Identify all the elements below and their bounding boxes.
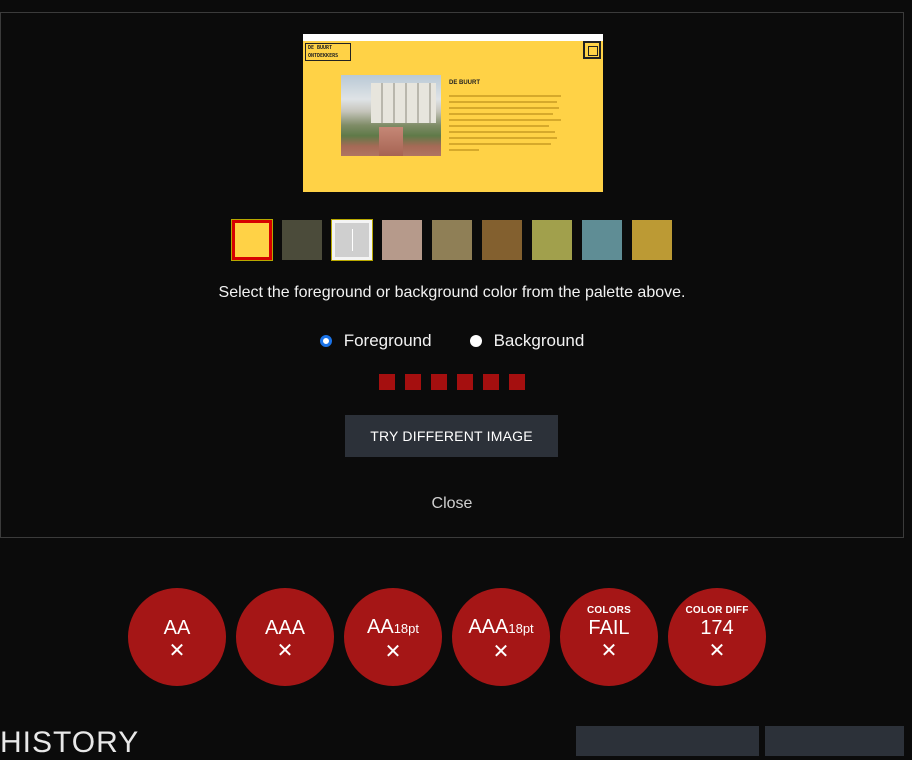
- result-badge: AAA18pt ✕: [452, 588, 550, 686]
- preview-logo-line2: ONTDEKKERS: [308, 53, 339, 59]
- background-radio[interactable]: Background: [469, 331, 585, 351]
- result-badge-caption: COLORS: [587, 605, 631, 616]
- result-badge-size: 18pt: [508, 621, 534, 636]
- fail-x-icon: ✕: [384, 641, 402, 663]
- result-badge: AA18pt ✕: [344, 588, 442, 686]
- palette-swatch[interactable]: [632, 220, 672, 260]
- result-badge-value: AAA18pt: [468, 616, 534, 638]
- result-badge-value: AAA: [264, 617, 306, 639]
- progress-squares: [379, 374, 525, 390]
- palette-swatch[interactable]: [282, 220, 322, 260]
- result-badge-value: FAIL: [588, 617, 630, 639]
- preview-square-icon: [583, 41, 601, 59]
- progress-square: [457, 374, 473, 390]
- result-badge: COLORS FAIL ✕: [560, 588, 658, 686]
- try-different-image-button[interactable]: TRY DIFFERENT IMAGE: [345, 415, 558, 457]
- palette-swatch[interactable]: [382, 220, 422, 260]
- result-badge-value: AA: [163, 617, 191, 639]
- fail-x-icon: ✕: [276, 640, 294, 662]
- progress-square: [509, 374, 525, 390]
- result-badge-caption: COLOR DIFF: [685, 605, 749, 616]
- foreground-radio-button[interactable]: [319, 335, 332, 347]
- history-secondary-button[interactable]: [765, 726, 904, 756]
- uploaded-image-preview[interactable]: DE BUURT ONTDEKKERS DE BUURT: [303, 34, 603, 192]
- palette-swatch[interactable]: [582, 220, 622, 260]
- result-badge-size: 18pt: [393, 621, 419, 636]
- background-radio-label: Background: [493, 331, 585, 350]
- fail-x-icon: ✕: [708, 640, 726, 662]
- result-badge-value: 174: [700, 617, 734, 639]
- foreground-radio[interactable]: Foreground: [319, 331, 432, 351]
- result-badge: COLOR DIFF 174 ✕: [668, 588, 766, 686]
- progress-square: [431, 374, 447, 390]
- preview-title: DE BUURT: [449, 80, 480, 86]
- foreground-radio-label: Foreground: [343, 331, 432, 350]
- result-badge: AAA ✕: [236, 588, 334, 686]
- result-badge: AA ✕: [128, 588, 226, 686]
- palette-swatch[interactable]: [232, 220, 272, 260]
- color-role-radio-group: Foreground Background: [1, 331, 903, 351]
- fail-x-icon: ✕: [168, 640, 186, 662]
- color-palette: [232, 220, 672, 260]
- palette-swatch[interactable]: [532, 220, 572, 260]
- preview-photo: [341, 75, 441, 156]
- preview-logo-line1: DE BUURT: [308, 45, 333, 51]
- preview-logo: DE BUURT ONTDEKKERS: [305, 43, 351, 61]
- history-action-button[interactable]: [576, 726, 759, 756]
- image-color-picker-panel: DE BUURT ONTDEKKERS DE BUURT Select the …: [0, 12, 904, 538]
- preview-text-block: [449, 95, 561, 155]
- background-radio-button[interactable]: [469, 335, 482, 347]
- fail-x-icon: ✕: [492, 641, 510, 663]
- palette-swatch[interactable]: [432, 220, 472, 260]
- result-badge-value: AA18pt: [367, 616, 419, 638]
- palette-swatch[interactable]: [332, 220, 372, 260]
- palette-swatch[interactable]: [482, 220, 522, 260]
- contrast-results: AA ✕ AAA ✕ AA18pt ✕ AAA18pt ✕ COLORS FAIL ✕ COLOR D…: [128, 588, 766, 686]
- progress-square: [405, 374, 421, 390]
- instruction-text: Select the foreground or background colo…: [218, 284, 686, 301]
- fail-x-icon: ✕: [600, 640, 618, 662]
- progress-square: [483, 374, 499, 390]
- history-heading: HISTORY: [0, 726, 140, 759]
- progress-square: [379, 374, 395, 390]
- close-link[interactable]: Close: [1, 495, 903, 513]
